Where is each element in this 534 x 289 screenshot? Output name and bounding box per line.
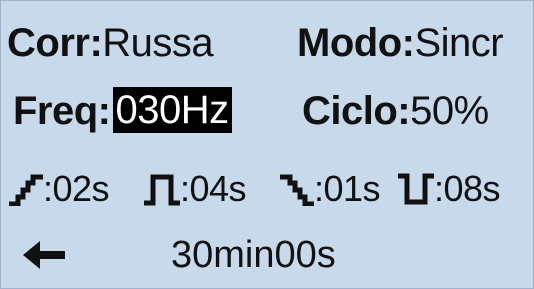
phase-ramp-up[interactable]: :02s [9,161,110,217]
back-button[interactable] [23,240,65,275]
phase-ramp-down-time: :01s [314,168,381,209]
pulse-off-icon [398,173,434,205]
phase-pulse-on[interactable]: :04s [144,161,247,217]
phase-pulse-off-time: :08s [434,168,501,209]
frequency-label: Freq: [13,89,111,133]
row-timer: 30min00s [1,227,533,283]
current-field[interactable]: Corr:Russa [7,15,214,71]
left-arrow-icon [23,241,65,269]
mode-label: Modo: [297,21,415,65]
phase-pulse-on-time: :04s [180,168,247,209]
ramp-up-icon [9,174,43,206]
duty-cycle-field[interactable]: Ciclo:50% [302,83,489,139]
row-phase-times: :02s :04s :01s :08s [1,161,533,217]
current-value: Russa [102,21,214,65]
frequency-value-selected[interactable]: 030Hz [112,87,232,133]
row-current-mode: Corr:Russa Modo:Sincr [1,15,533,71]
phase-ramp-up-time: :02s [43,168,110,209]
pulse-on-icon [144,174,180,206]
mode-value: Sincr [414,21,504,65]
ramp-down-icon [280,174,314,206]
phase-ramp-down[interactable]: :01s [280,161,381,217]
session-timer: 30min00s [171,234,336,276]
current-label: Corr: [7,21,103,65]
frequency-field[interactable]: Freq: 030Hz [13,83,232,139]
duty-cycle-label: Ciclo: [302,89,411,133]
duty-cycle-value: 50% [410,89,489,133]
row-frequency-cycle: Freq: 030Hz Ciclo:50% [1,83,533,139]
lcd-screen: Corr:Russa Modo:Sincr Freq: 030Hz Ciclo:5… [0,0,534,289]
mode-field[interactable]: Modo:Sincr [297,15,504,71]
phase-pulse-off[interactable]: :08s [398,161,501,217]
